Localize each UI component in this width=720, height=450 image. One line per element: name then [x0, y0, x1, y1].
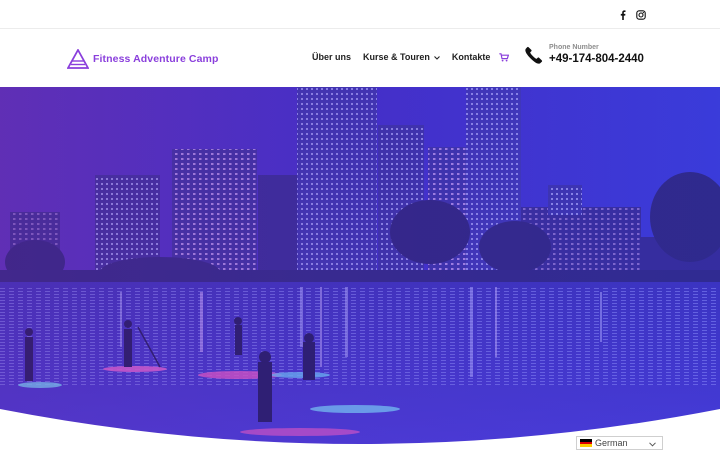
- top-bar: [0, 0, 720, 29]
- phone-text: Phone Number +49-174-804-2440: [549, 44, 644, 66]
- nav-item-kontakte[interactable]: Kontakte: [452, 52, 491, 62]
- german-flag-icon: [580, 439, 592, 448]
- language-selector[interactable]: German: [576, 436, 663, 450]
- chevron-down-icon: [433, 52, 440, 62]
- cart-icon[interactable]: [499, 52, 510, 62]
- site-logo[interactable]: Fitness Adventure Camp: [67, 48, 219, 70]
- nav-item-kurse-touren[interactable]: Kurse & Touren: [363, 52, 440, 62]
- logo-triangle-icon: [67, 49, 89, 69]
- hero-image: [0, 87, 720, 450]
- language-label: German: [595, 438, 628, 448]
- nav-item-ueber-uns[interactable]: Über uns: [312, 52, 351, 62]
- nav-label: Kurse & Touren: [363, 52, 430, 62]
- site-header: Fitness Adventure Camp Über uns Kurse & …: [0, 30, 720, 87]
- chevron-down-icon: [649, 439, 656, 449]
- nav-label: Über uns: [312, 52, 352, 62]
- phone-label: Phone Number: [549, 44, 599, 51]
- phone-contact[interactable]: Phone Number +49-174-804-2440: [525, 44, 644, 66]
- logo-text: Fitness Adventure Camp: [93, 53, 219, 65]
- hero-banner: [0, 87, 720, 450]
- phone-icon: [525, 46, 543, 64]
- facebook-icon[interactable]: [616, 8, 630, 22]
- main-nav: Über uns Kurse & Touren Kontakte: [312, 52, 510, 62]
- instagram-icon[interactable]: [634, 8, 648, 22]
- phone-number: +49-174-804-2440: [549, 53, 644, 65]
- nav-label: Kontakte: [451, 52, 491, 62]
